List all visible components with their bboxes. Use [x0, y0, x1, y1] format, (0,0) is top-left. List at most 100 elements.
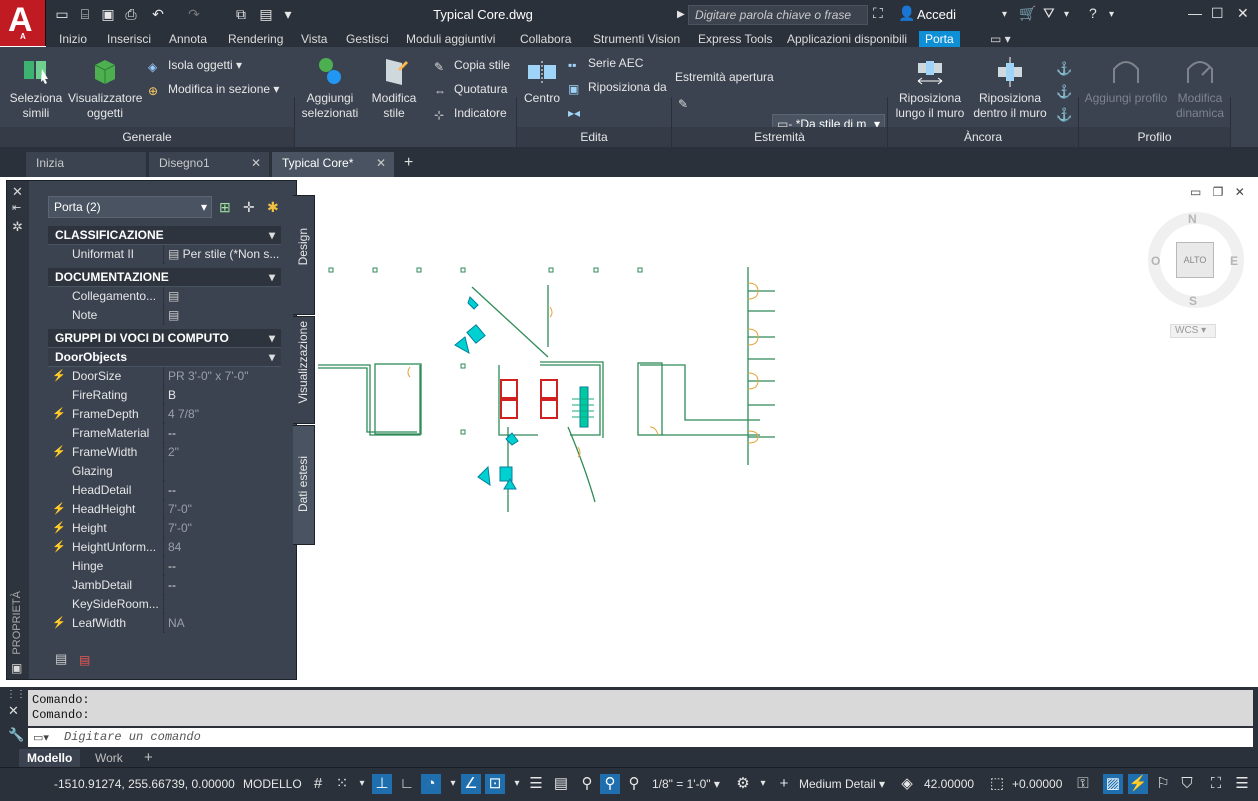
close-tab-icon[interactable]: ✕ [251, 152, 261, 174]
prop-row[interactable]: Note ▤ [48, 306, 281, 325]
ribbon-tab[interactable]: Porta [919, 31, 960, 47]
layer-key-icon[interactable]: ⚿ [1073, 774, 1093, 794]
prop-value[interactable]: 7'-0" [165, 519, 281, 538]
ribbon-options-icon[interactable]: ▭ ▾ [990, 32, 1011, 46]
isolate-icon[interactable]: ▨ [1103, 774, 1123, 794]
clean-screen-icon[interactable]: ⚐ [1153, 774, 1173, 794]
tab-dati-estesi[interactable]: Dati estesi [293, 425, 315, 545]
object-snap-icon[interactable]: ⊡ [485, 774, 505, 794]
quick-access-dropdown-icon[interactable]: ▾ [280, 6, 296, 22]
search-expand-icon[interactable]: ▶ [677, 9, 685, 20]
help-dropdown-icon[interactable]: ▾ [1109, 9, 1114, 20]
prop-row[interactable]: JambDetail -- [48, 576, 281, 595]
polar-dropdown-icon[interactable]: ▾ [443, 774, 463, 794]
elevation-value[interactable]: 42.00000 [924, 777, 974, 791]
search-input[interactable]: Digitare parola chiave o frase [688, 5, 868, 25]
cart-icon[interactable]: 🛒 [1019, 5, 1036, 22]
viewport-window-controls[interactable]: ▭ ❐ ✕ [1190, 185, 1249, 199]
viewcube-west[interactable]: O [1151, 254, 1160, 268]
ribbon-tab[interactable]: Annota [163, 31, 213, 47]
share-icon[interactable]: ⧉ [233, 6, 249, 22]
command-close-icon[interactable]: ✕ [8, 703, 19, 719]
prop-row[interactable]: LeafWidth NA ⚡ [48, 614, 281, 633]
quick-select-icon[interactable]: ⊞ [219, 199, 231, 216]
section-header-doorobjects[interactable]: DoorObjects [48, 348, 281, 367]
signin-button[interactable]: Accedi [917, 7, 956, 22]
open-file-icon[interactable]: ⌸ [77, 6, 93, 22]
binoculars-icon[interactable]: ⛶ [873, 5, 883, 22]
save-icon[interactable]: ▣ [100, 6, 116, 22]
model-space-toggle[interactable]: MODELLO [243, 777, 302, 791]
ucs-menu[interactable]: WCS ▾ [1170, 324, 1216, 338]
pickadd-icon[interactable]: ✱ [267, 199, 279, 216]
lineweight-icon[interactable]: ☰ [526, 774, 546, 794]
viewcube-east[interactable]: E [1230, 254, 1238, 268]
reposition-along-wall-button[interactable]: Riposiziona lungo il muro [890, 55, 970, 121]
edit-style-button[interactable]: Modifica stile [366, 55, 422, 121]
prop-value[interactable]: 4 7/8" [165, 405, 281, 424]
prop-row[interactable]: Height 7'-0" ⚡ [48, 519, 281, 538]
center-button[interactable]: Centro [520, 55, 564, 106]
isolate-objects-button[interactable]: ◈ Isola oggetti ▾ [148, 56, 242, 74]
copy-style-button[interactable]: ✎ Copia stile [434, 56, 510, 74]
palette-settings-icon[interactable]: ✲ [12, 219, 23, 235]
palette-autohide-icon[interactable]: ⇤ [12, 201, 21, 214]
new-tab-icon[interactable]: + [404, 154, 413, 172]
anchor-tools-icons[interactable]: ⚓ ⚓ ⚓ [1056, 57, 1072, 126]
grid-icon[interactable]: # [308, 774, 328, 794]
ribbon-tab[interactable]: Moduli aggiuntivi [400, 31, 501, 47]
add-propertyset-icon[interactable]: ▤ [55, 651, 67, 667]
prop-row[interactable]: HeadHeight 7'-0" ⚡ [48, 500, 281, 519]
prop-row[interactable]: FireRating B [48, 386, 281, 405]
hardware-accel-icon[interactable]: ⚡ [1128, 774, 1148, 794]
palette-close-icon[interactable]: ✕ [12, 184, 23, 200]
file-tab-inizia[interactable]: Inizia [26, 152, 146, 177]
command-customize-icon[interactable]: 🔧 [8, 727, 24, 743]
prop-row[interactable]: HeadDetail -- [48, 481, 281, 500]
close-tab-icon[interactable]: ✕ [376, 152, 386, 174]
dynamic-input-icon[interactable]: ⊥ [372, 774, 392, 794]
application-menu-button[interactable]: AA [0, 0, 46, 46]
prop-row[interactable]: FrameWidth 2" ⚡ [48, 443, 281, 462]
ribbon-tab[interactable]: Inizio [53, 31, 93, 47]
section-header-gruppi[interactable]: GRUPPI DI VOCI DI COMPUTO [48, 329, 281, 348]
ribbon-tab[interactable]: Collabora [514, 31, 577, 47]
remove-propertyset-icon[interactable]: ▤ [79, 653, 90, 667]
coordinates-readout[interactable]: -1510.91274, 255.66739, 0.00000 [54, 777, 235, 791]
properties-toggle-icon[interactable]: ⛉ [1177, 774, 1197, 794]
viewcube[interactable]: N S E O ALTO WCS ▾ [1148, 208, 1244, 348]
annotation-scale-select[interactable]: 1/8" = 1'-0" ▾ [652, 777, 720, 791]
snap-dropdown-icon[interactable]: ▾ [352, 774, 372, 794]
object-viewer-button[interactable]: Visualizzatore oggetti [68, 55, 142, 121]
layout-tab-work[interactable]: Work [87, 749, 131, 767]
print-icon[interactable]: ⎙ [123, 6, 139, 22]
layout-tab-modello[interactable]: Modello [19, 749, 81, 767]
section-header-documentazione[interactable]: DOCUMENTAZIONE [48, 268, 281, 287]
ribbon-tab[interactable]: Vista [295, 31, 333, 47]
ribbon-tab[interactable]: Rendering [222, 31, 289, 47]
polar-tracking-icon[interactable]: ◔ [421, 774, 441, 794]
select-similar-button[interactable]: Seleziona simili [6, 55, 66, 121]
prop-value[interactable]: B [165, 386, 281, 405]
autoscale-icon[interactable]: ⚲ [600, 774, 620, 794]
prop-row[interactable]: Glazing [48, 462, 281, 481]
exchange-icon[interactable]: ⛛ [1043, 5, 1055, 22]
tab-design[interactable]: Design [293, 195, 315, 315]
prop-row[interactable]: HeightUnform... 84 ⚡ [48, 538, 281, 557]
display-configuration-select[interactable]: Medium Detail ▾ [799, 777, 885, 791]
reposition-within-wall-button[interactable]: Riposiziona dentro il muro [970, 55, 1050, 121]
maximize-icon[interactable]: ☐ [1211, 5, 1224, 22]
prop-row[interactable]: KeySideRoom... [48, 595, 281, 614]
prop-row[interactable]: FrameDepth 4 7/8" ⚡ [48, 405, 281, 424]
prop-value[interactable]: PR 3'-0" x 7'-0" [165, 367, 281, 386]
prop-value[interactable] [165, 462, 281, 481]
prop-row[interactable]: Uniformat II ▤ Per stile (*Non s... [48, 245, 281, 264]
endcap-edit-icon[interactable]: ✎ [678, 93, 698, 111]
prop-row[interactable]: DoorSize PR 3'-0" x 7'-0" ⚡ [48, 367, 281, 386]
prop-value[interactable]: 84 [165, 538, 281, 557]
prop-row[interactable]: Hinge -- [48, 557, 281, 576]
osnap-dropdown-icon[interactable]: ▾ [507, 774, 527, 794]
add-layout-icon[interactable]: + [136, 749, 161, 767]
cut-plane-value[interactable]: +0.00000 [1012, 777, 1062, 791]
add-selected-button[interactable]: Aggiungi selezionati [300, 55, 360, 121]
